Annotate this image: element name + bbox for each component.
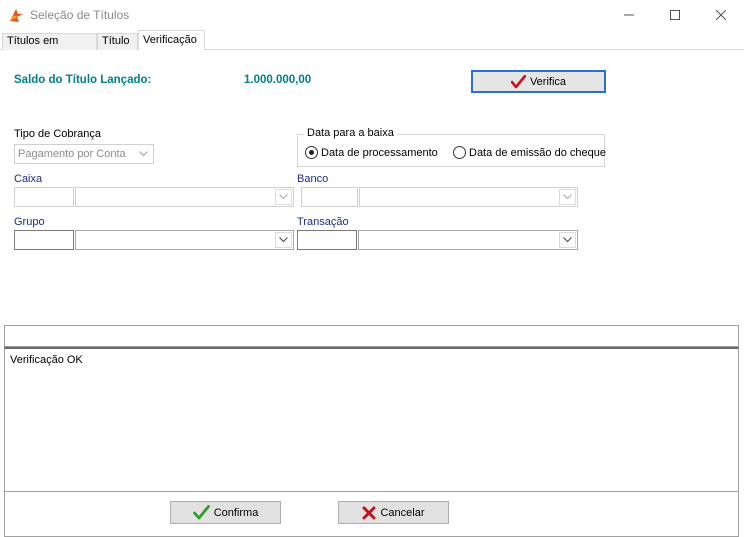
cancelar-button[interactable]: Cancelar — [338, 501, 449, 524]
transacao-label: Transação — [297, 216, 349, 228]
tipo-cobranca-select[interactable]: Pagamento por Conta — [14, 144, 154, 164]
chevron-down-icon — [275, 189, 292, 205]
radio-checked-indicator — [305, 146, 318, 159]
chevron-down-icon — [135, 146, 152, 162]
grupo-label: Grupo — [14, 216, 45, 228]
tab-titulo[interactable]: Título — [97, 33, 138, 50]
tipo-cobranca-label: Tipo de Cobrança — [14, 128, 102, 140]
radio-unchecked-indicator — [453, 146, 466, 159]
transacao-select[interactable] — [358, 230, 578, 250]
red-x-icon — [362, 506, 376, 519]
tab-titulos-em-aberto[interactable]: Títulos em Aberto — [2, 33, 97, 62]
green-checkmark-icon — [192, 505, 210, 520]
radio-data-processamento-label: Data de processamento — [321, 146, 438, 159]
radio-data-emissao-cheque[interactable]: Data de emissão do cheque — [453, 146, 606, 159]
window-title: Seleção de Títulos — [30, 8, 130, 22]
title-bar: Seleção de Títulos — [0, 0, 744, 30]
checkmark-icon — [510, 74, 526, 88]
grupo-select[interactable] — [75, 230, 294, 250]
verificacao-panel: Saldo do Título Lançado: 1.000.000,00 Ve… — [0, 50, 744, 537]
close-icon — [716, 10, 726, 20]
radio-data-processamento[interactable]: Data de processamento — [305, 146, 438, 159]
grupo-code-input[interactable] — [14, 230, 74, 250]
close-button[interactable] — [698, 0, 744, 30]
minimize-icon — [624, 14, 634, 16]
saldo-label: Saldo do Título Lançado: — [14, 74, 152, 86]
status-strip — [4, 325, 739, 347]
chevron-down-icon — [559, 189, 576, 205]
confirma-button-label: Confirma — [213, 506, 259, 519]
radio-data-emissao-cheque-label: Data de emissão do cheque — [469, 146, 606, 159]
verifica-button-label: Verifica — [529, 75, 567, 88]
verification-log-text: Verificação OK — [10, 354, 83, 366]
tab-verificacao[interactable]: Verificação — [138, 30, 205, 51]
maximize-button[interactable] — [652, 0, 698, 30]
banco-select[interactable] — [359, 187, 578, 207]
caixa-select[interactable] — [75, 187, 294, 207]
maximize-icon — [670, 10, 680, 20]
confirma-button[interactable]: Confirma — [170, 501, 281, 524]
cancelar-button-label: Cancelar — [380, 506, 425, 519]
data-baixa-label: Data para a baixa — [304, 127, 397, 139]
minimize-button[interactable] — [606, 0, 652, 30]
saldo-value: 1.000.000,00 — [244, 74, 312, 86]
tab-strip: Títulos em Aberto Título Verificação — [0, 30, 744, 62]
chevron-down-icon — [559, 232, 576, 248]
chevron-down-icon — [275, 232, 292, 248]
transacao-code-input[interactable] — [297, 230, 357, 250]
tipo-cobranca-value: Pagamento por Conta — [18, 148, 126, 160]
verification-log[interactable]: Verificação OK — [4, 347, 739, 492]
app-logo-icon — [10, 9, 23, 22]
verifica-button[interactable]: Verifica — [471, 70, 606, 93]
caixa-label: Caixa — [14, 173, 43, 185]
banco-label: Banco — [297, 173, 329, 185]
caixa-code-input[interactable] — [14, 187, 74, 207]
banco-code-input[interactable] — [301, 187, 358, 207]
